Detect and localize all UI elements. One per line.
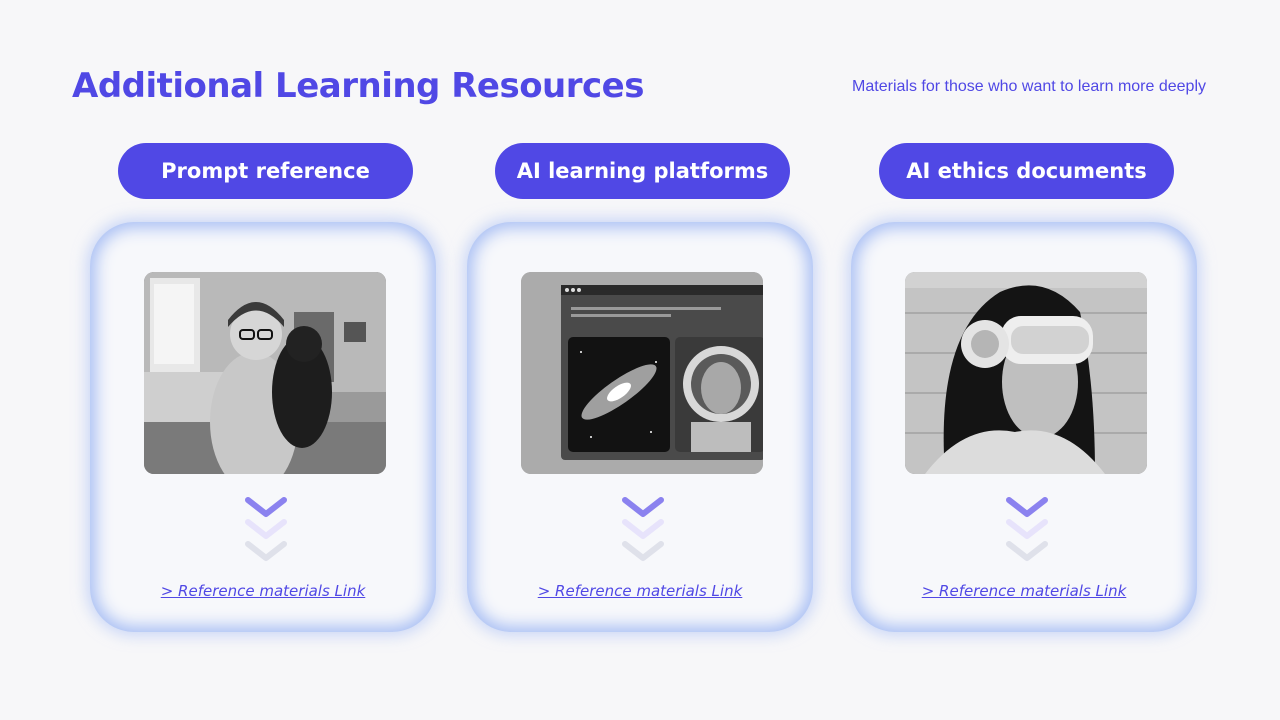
ai-platform-screenshot-image (521, 272, 763, 474)
chevron-down-icon (245, 497, 287, 561)
ai-learning-platforms-heading-pill[interactable]: AI learning platforms (495, 143, 790, 199)
resource-column-prompt-reference: Prompt reference > Reference materials L… (90, 0, 436, 720)
reference-materials-link[interactable]: > Reference materials Link (851, 582, 1197, 600)
reference-materials-link[interactable]: > Reference materials Link (90, 582, 436, 600)
reference-materials-link[interactable]: > Reference materials Link (467, 582, 813, 600)
resource-column-ai-learning-platforms: AI learning platforms > Reference materi… (467, 0, 813, 720)
woman-with-puppy-image (144, 272, 386, 474)
prompt-reference-heading-pill[interactable]: Prompt reference (118, 143, 413, 199)
chevron-down-icon (622, 497, 664, 561)
resource-column-ai-ethics-documents: AI ethics documents > Reference material… (851, 0, 1197, 720)
woman-vr-headset-image (905, 272, 1147, 474)
chevron-down-icon (1006, 497, 1048, 561)
ai-ethics-documents-heading-pill[interactable]: AI ethics documents (879, 143, 1174, 199)
